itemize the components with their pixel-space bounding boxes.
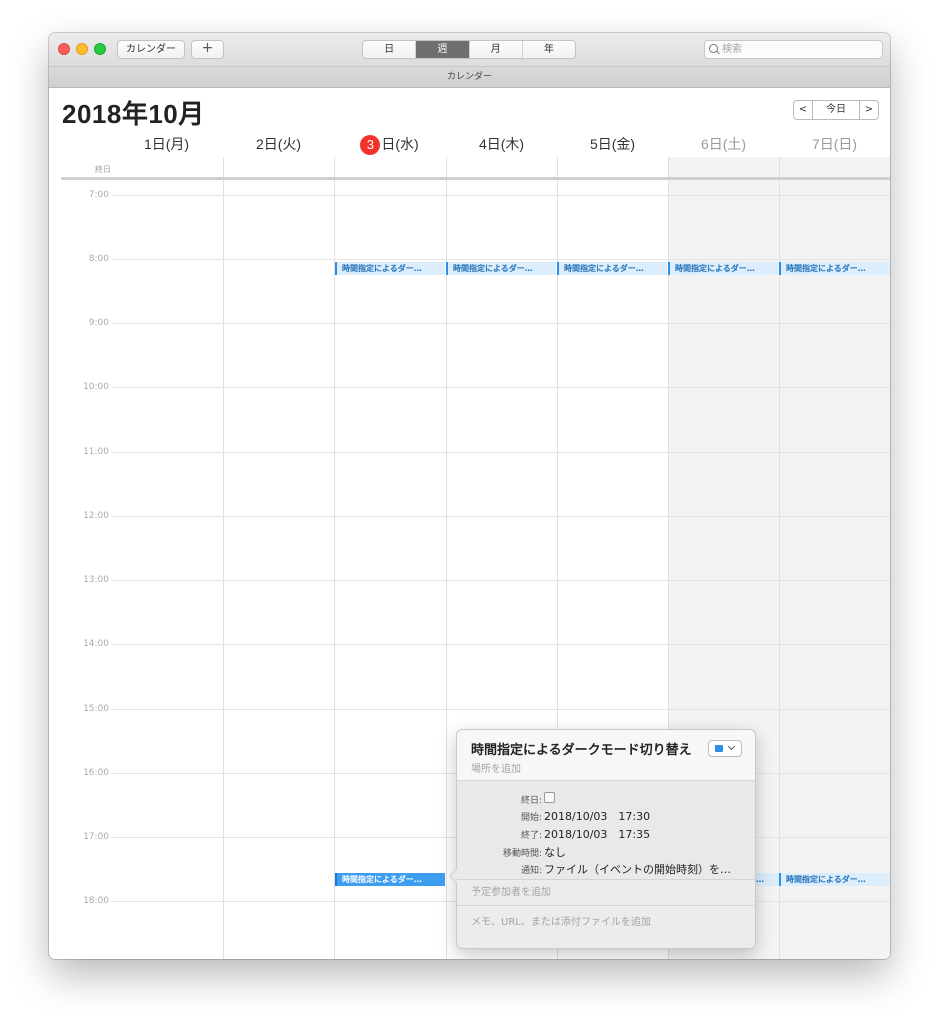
- alert-label: 通知:: [520, 866, 542, 876]
- view-year-tab[interactable]: 年: [523, 41, 575, 58]
- hour-label: 10:00: [83, 382, 109, 392]
- hour-line: [111, 387, 890, 388]
- start-label: 開始:: [520, 813, 542, 823]
- hour-line: [111, 516, 890, 517]
- day-header-sun[interactable]: 7日(日): [779, 134, 890, 154]
- checkbox-icon: [544, 792, 555, 803]
- event-block[interactable]: 時間指定によるダー…: [779, 262, 890, 275]
- day-header-thu[interactable]: 4日(木): [446, 134, 557, 154]
- day-header-sat[interactable]: 6日(土): [668, 134, 779, 154]
- next-week-button[interactable]: >: [859, 100, 879, 120]
- event-detail-popover: 時間指定によるダークモード切り替え 場所を追加 終日: 開始: 2018/10/…: [449, 729, 756, 949]
- popover-arrow: [449, 868, 457, 884]
- hour-label: 15:00: [83, 704, 109, 714]
- view-week-tab[interactable]: 週: [416, 41, 470, 58]
- toolbar: カレンダー + 日 週 月 年 検索: [49, 33, 890, 67]
- hour-label: 17:00: [83, 832, 109, 842]
- event-details: 終日: 開始: 2018/10/03 17:30 終了: 2018/10/03 …: [457, 781, 755, 880]
- event-block[interactable]: 時間指定によるダー…: [446, 262, 556, 275]
- calendar-color-picker[interactable]: [708, 740, 742, 757]
- view-month-tab[interactable]: 月: [470, 41, 523, 58]
- notes-field[interactable]: メモ、URL、または添付ファイルを追加: [457, 907, 755, 947]
- event-block-selected[interactable]: 時間指定によるダー…: [335, 873, 445, 886]
- column-divider: [446, 157, 447, 959]
- hour-line: [111, 323, 890, 324]
- event-block[interactable]: …: [754, 873, 779, 886]
- date-navigation: < 今日 >: [793, 100, 879, 120]
- search-placeholder: 検索: [722, 44, 742, 55]
- alert-value[interactable]: ファイル（イベントの開始時刻）を…: [544, 861, 731, 877]
- search-input[interactable]: 検索: [704, 40, 883, 59]
- column-divider: [334, 157, 335, 959]
- column-divider: [779, 157, 780, 959]
- calendar-color-swatch: [715, 745, 723, 752]
- previous-week-button[interactable]: <: [793, 100, 813, 120]
- hour-line: [111, 452, 890, 453]
- event-block[interactable]: 時間指定によるダー…: [335, 262, 445, 275]
- chevron-down-icon: [727, 742, 736, 751]
- location-field[interactable]: 場所を追加: [471, 760, 521, 775]
- column-divider: [223, 157, 224, 959]
- hour-label: 18:00: [83, 896, 109, 906]
- day-header-wed[interactable]: 3 日(水): [334, 134, 445, 155]
- today-badge: 3: [360, 135, 381, 155]
- view-day-tab[interactable]: 日: [363, 41, 417, 58]
- day-header-wed-label: 日(水): [381, 136, 419, 152]
- travel-time-value[interactable]: なし: [544, 844, 566, 860]
- hour-label: 14:00: [83, 639, 109, 649]
- event-title[interactable]: 時間指定によるダークモード切り替え: [471, 739, 692, 758]
- travel-row: 移動時間: なし: [457, 844, 755, 860]
- day-header-tue[interactable]: 2日(火): [223, 134, 334, 154]
- allday-label: 終日:: [520, 796, 542, 806]
- view-switcher: 日 週 月 年: [362, 40, 576, 59]
- end-datetime[interactable]: 2018/10/03 17:35: [544, 826, 650, 842]
- zoom-window-button[interactable]: [94, 43, 106, 55]
- close-window-button[interactable]: [58, 43, 70, 55]
- add-attendees-field[interactable]: 予定参加者を追加: [457, 880, 755, 906]
- day-header-fri[interactable]: 5日(金): [557, 134, 668, 154]
- search-icon: [709, 44, 718, 53]
- window-title: カレンダー: [49, 67, 890, 88]
- hour-label: 9:00: [88, 318, 109, 328]
- hour-label: 16:00: [83, 768, 109, 778]
- day-header-mon[interactable]: 1日(月): [111, 134, 222, 154]
- travel-label: 移動時間:: [502, 849, 542, 859]
- minimize-window-button[interactable]: [76, 43, 88, 55]
- event-block[interactable]: 時間指定によるダー…: [779, 873, 890, 886]
- popover-header: 時間指定によるダークモード切り替え 場所を追加: [457, 730, 755, 781]
- start-datetime[interactable]: 2018/10/03 17:30: [544, 808, 650, 824]
- allday-checkbox[interactable]: [544, 791, 555, 805]
- start-row: 開始: 2018/10/03 17:30: [457, 808, 755, 824]
- add-event-button[interactable]: +: [191, 40, 224, 59]
- hour-line: [111, 259, 890, 260]
- hour-line: [111, 580, 890, 581]
- event-block[interactable]: 時間指定によるダー…: [557, 262, 667, 275]
- hour-label: 13:00: [83, 575, 109, 585]
- hour-line: [111, 644, 890, 645]
- allday-divider: [61, 177, 890, 180]
- hour-label: 8:00: [88, 254, 109, 264]
- calendars-button[interactable]: カレンダー: [117, 40, 185, 59]
- alert-row: 通知: ファイル（イベントの開始時刻）を…: [457, 861, 755, 877]
- hour-label: 7:00: [88, 190, 109, 200]
- hour-line: [111, 195, 890, 196]
- hour-label: 11:00: [83, 447, 109, 457]
- today-button[interactable]: 今日: [813, 100, 859, 120]
- event-block[interactable]: 時間指定によるダー…: [668, 262, 778, 275]
- allday-row: 終日:: [457, 791, 755, 807]
- hour-line: [111, 709, 890, 710]
- page-title: 2018年10月: [62, 99, 205, 129]
- calendar-window: カレンダー + 日 週 月 年 検索 カレンダー 2018年10月 < 今日 >…: [49, 33, 890, 959]
- hour-label: 12:00: [83, 511, 109, 521]
- end-label: 終了:: [520, 831, 542, 841]
- end-row: 終了: 2018/10/03 17:35: [457, 826, 755, 842]
